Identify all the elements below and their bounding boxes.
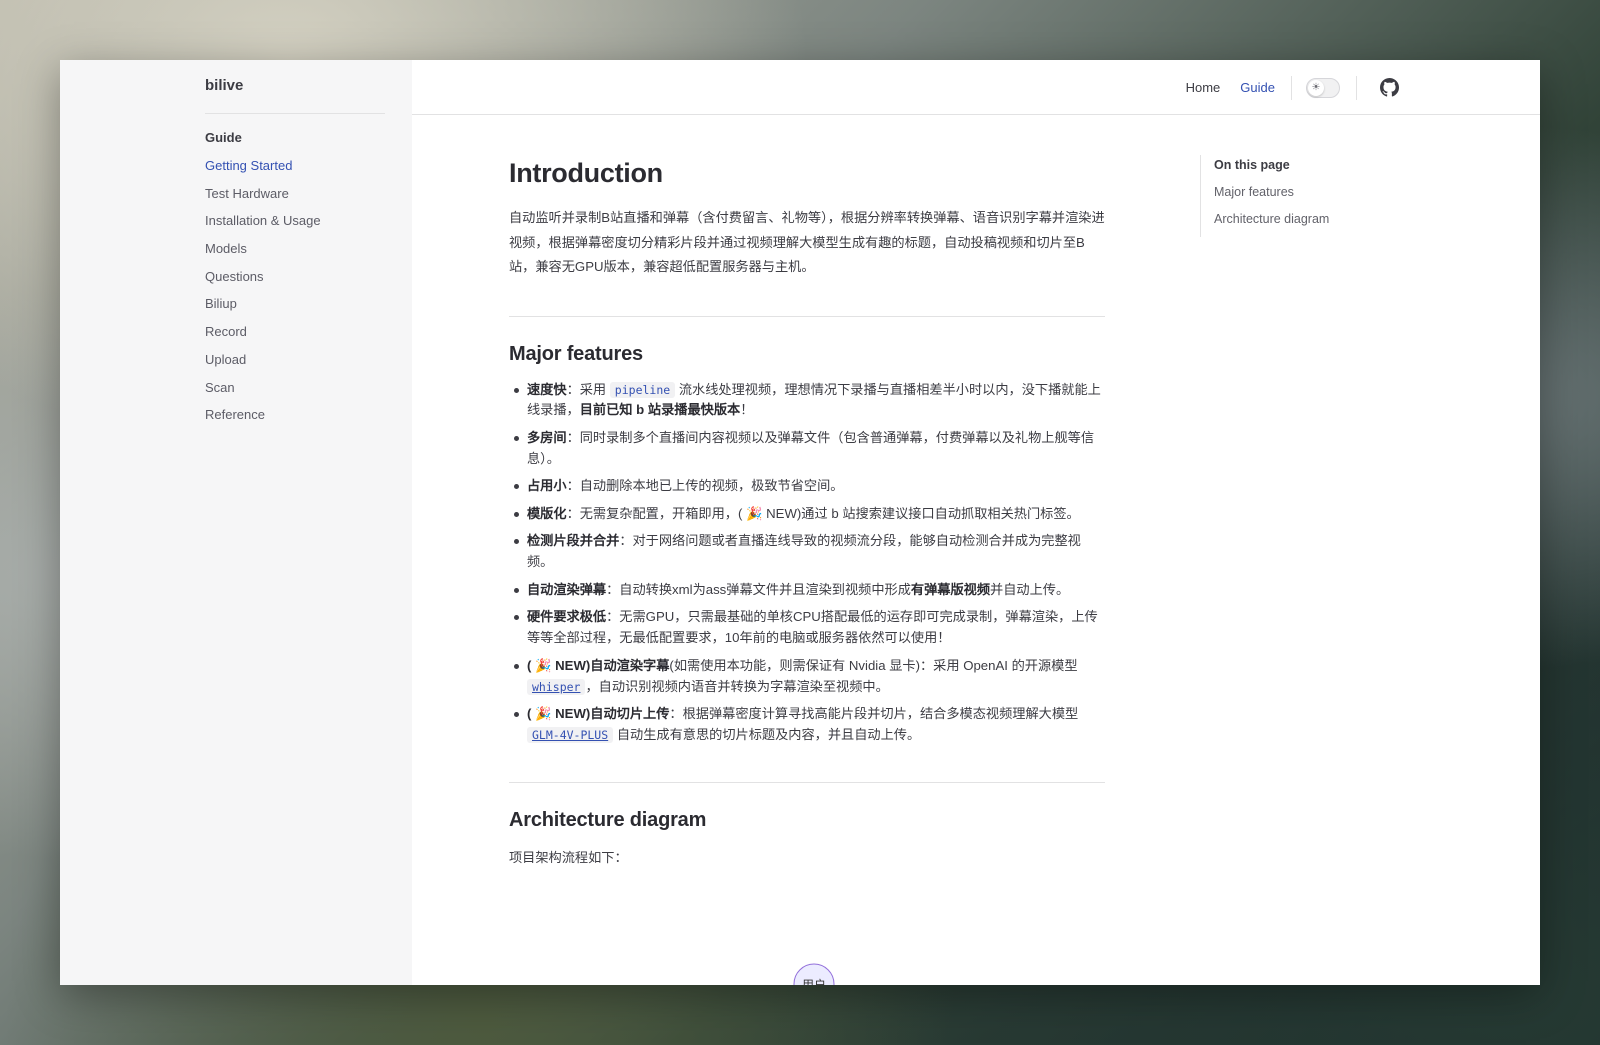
glm-4v-plus-link[interactable]: GLM-4V-PLUS	[527, 727, 614, 744]
sidebar-item-models[interactable]: Models	[205, 240, 321, 268]
architecture-diagram: 用户	[509, 880, 1105, 985]
sidebar-item-questions[interactable]: Questions	[205, 268, 321, 296]
sidebar-group-title: Guide	[205, 130, 242, 145]
sidebar-item-scan[interactable]: Scan	[205, 379, 321, 407]
sun-icon: ☀	[1308, 79, 1324, 96]
architecture-heading: Architecture diagram	[509, 808, 707, 831]
whisper-link[interactable]: whisper	[527, 678, 586, 695]
sidebar-item-biliup[interactable]: Biliup	[205, 295, 321, 323]
section-divider	[509, 781, 1105, 783]
feature-item: 模版化：无需复杂配置，开箱即用，( 🎉 NEW)通过 b 站搜索建议接口自动抓取…	[509, 504, 1105, 525]
feature-item: 检测片段并合并：对于网络问题或者直播连线导致的视频流分段，能够自动检测合并成为完…	[509, 531, 1105, 573]
feature-item: 多房间：同时录制多个直播间内容视频以及弹幕文件（包含普通弹幕，付费弹幕以及礼物上…	[509, 428, 1105, 470]
github-icon[interactable]	[1379, 78, 1399, 98]
outline-link-major-features[interactable]: Major features	[1214, 182, 1329, 202]
site-brand[interactable]: bilive	[205, 77, 243, 94]
nav-home-link[interactable]: Home	[1186, 80, 1221, 95]
feature-item: ( 🎉 NEW)自动切片上传：根据弹幕密度计算寻找高能片段并切片，结合多模态视频…	[509, 704, 1105, 746]
nav-separator	[1356, 75, 1357, 100]
outline-link-architecture-diagram[interactable]: Architecture diagram	[1214, 209, 1329, 229]
on-this-page: On this page Major features Architecture…	[1200, 155, 1329, 237]
top-navbar: Home Guide ☀	[412, 60, 1540, 115]
browser-window: bilive Guide Getting Started Test Hardwa…	[60, 60, 1540, 985]
features-list: 速度快：采用 pipeline 流水线处理视频，理想情况下录播与直播相差半小时以…	[509, 380, 1105, 746]
doc-content: Introduction 自动监听并录制B站直播和弹幕（含付费留言、礼物等），根…	[509, 150, 1105, 870]
sidebar-item-reference[interactable]: Reference	[205, 406, 321, 434]
top-nav-links: Home Guide ☀	[1166, 60, 1399, 115]
sidebar-item-installation-usage[interactable]: Installation & Usage	[205, 212, 321, 240]
sidebar-item-record[interactable]: Record	[205, 323, 321, 351]
feature-item: 占用小：自动删除本地已上传的视频，极致节省空间。	[509, 476, 1105, 497]
sidebar-item-getting-started[interactable]: Getting Started	[205, 157, 321, 185]
sidebar-item-upload[interactable]: Upload	[205, 351, 321, 379]
intro-paragraph: 自动监听并录制B站直播和弹幕（含付费留言、礼物等），根据分辨率转换弹幕、语音识别…	[509, 210, 1105, 274]
outline-title: On this page	[1214, 158, 1290, 172]
theme-toggle[interactable]: ☀	[1306, 77, 1340, 98]
sidebar: bilive Guide Getting Started Test Hardwa…	[60, 60, 412, 985]
page-title: Introduction	[509, 158, 663, 188]
nav-separator	[1291, 75, 1292, 100]
feature-item: 速度快：采用 pipeline 流水线处理视频，理想情况下录播与直播相差半小时以…	[509, 380, 1105, 422]
diagram-node-label: 用户	[802, 977, 826, 985]
feature-item: ( 🎉 NEW)自动渲染字幕(如需使用本功能，则需保证有 Nvidia 显卡)：…	[509, 656, 1105, 698]
section-divider	[509, 315, 1105, 317]
architecture-text: 项目架构流程如下：	[509, 849, 628, 865]
sidebar-divider	[205, 113, 385, 114]
code-pipeline: pipeline	[609, 381, 676, 398]
nav-guide-link[interactable]: Guide	[1240, 80, 1275, 95]
sidebar-item-test-hardware[interactable]: Test Hardware	[205, 185, 321, 213]
feature-item: 自动渲染弹幕：自动转换xml为ass弹幕文件并且渲染到视频中形成有弹幕版视频并自…	[509, 580, 1105, 601]
features-heading: Major features	[509, 342, 643, 365]
architecture-diagram-svg: 用户	[793, 963, 835, 985]
feature-item: 硬件要求极低：无需GPU，只需最基础的单核CPU搭配最低的运存即可完成录制，弹幕…	[509, 607, 1105, 649]
sidebar-nav: Getting Started Test Hardware Installati…	[205, 157, 321, 434]
